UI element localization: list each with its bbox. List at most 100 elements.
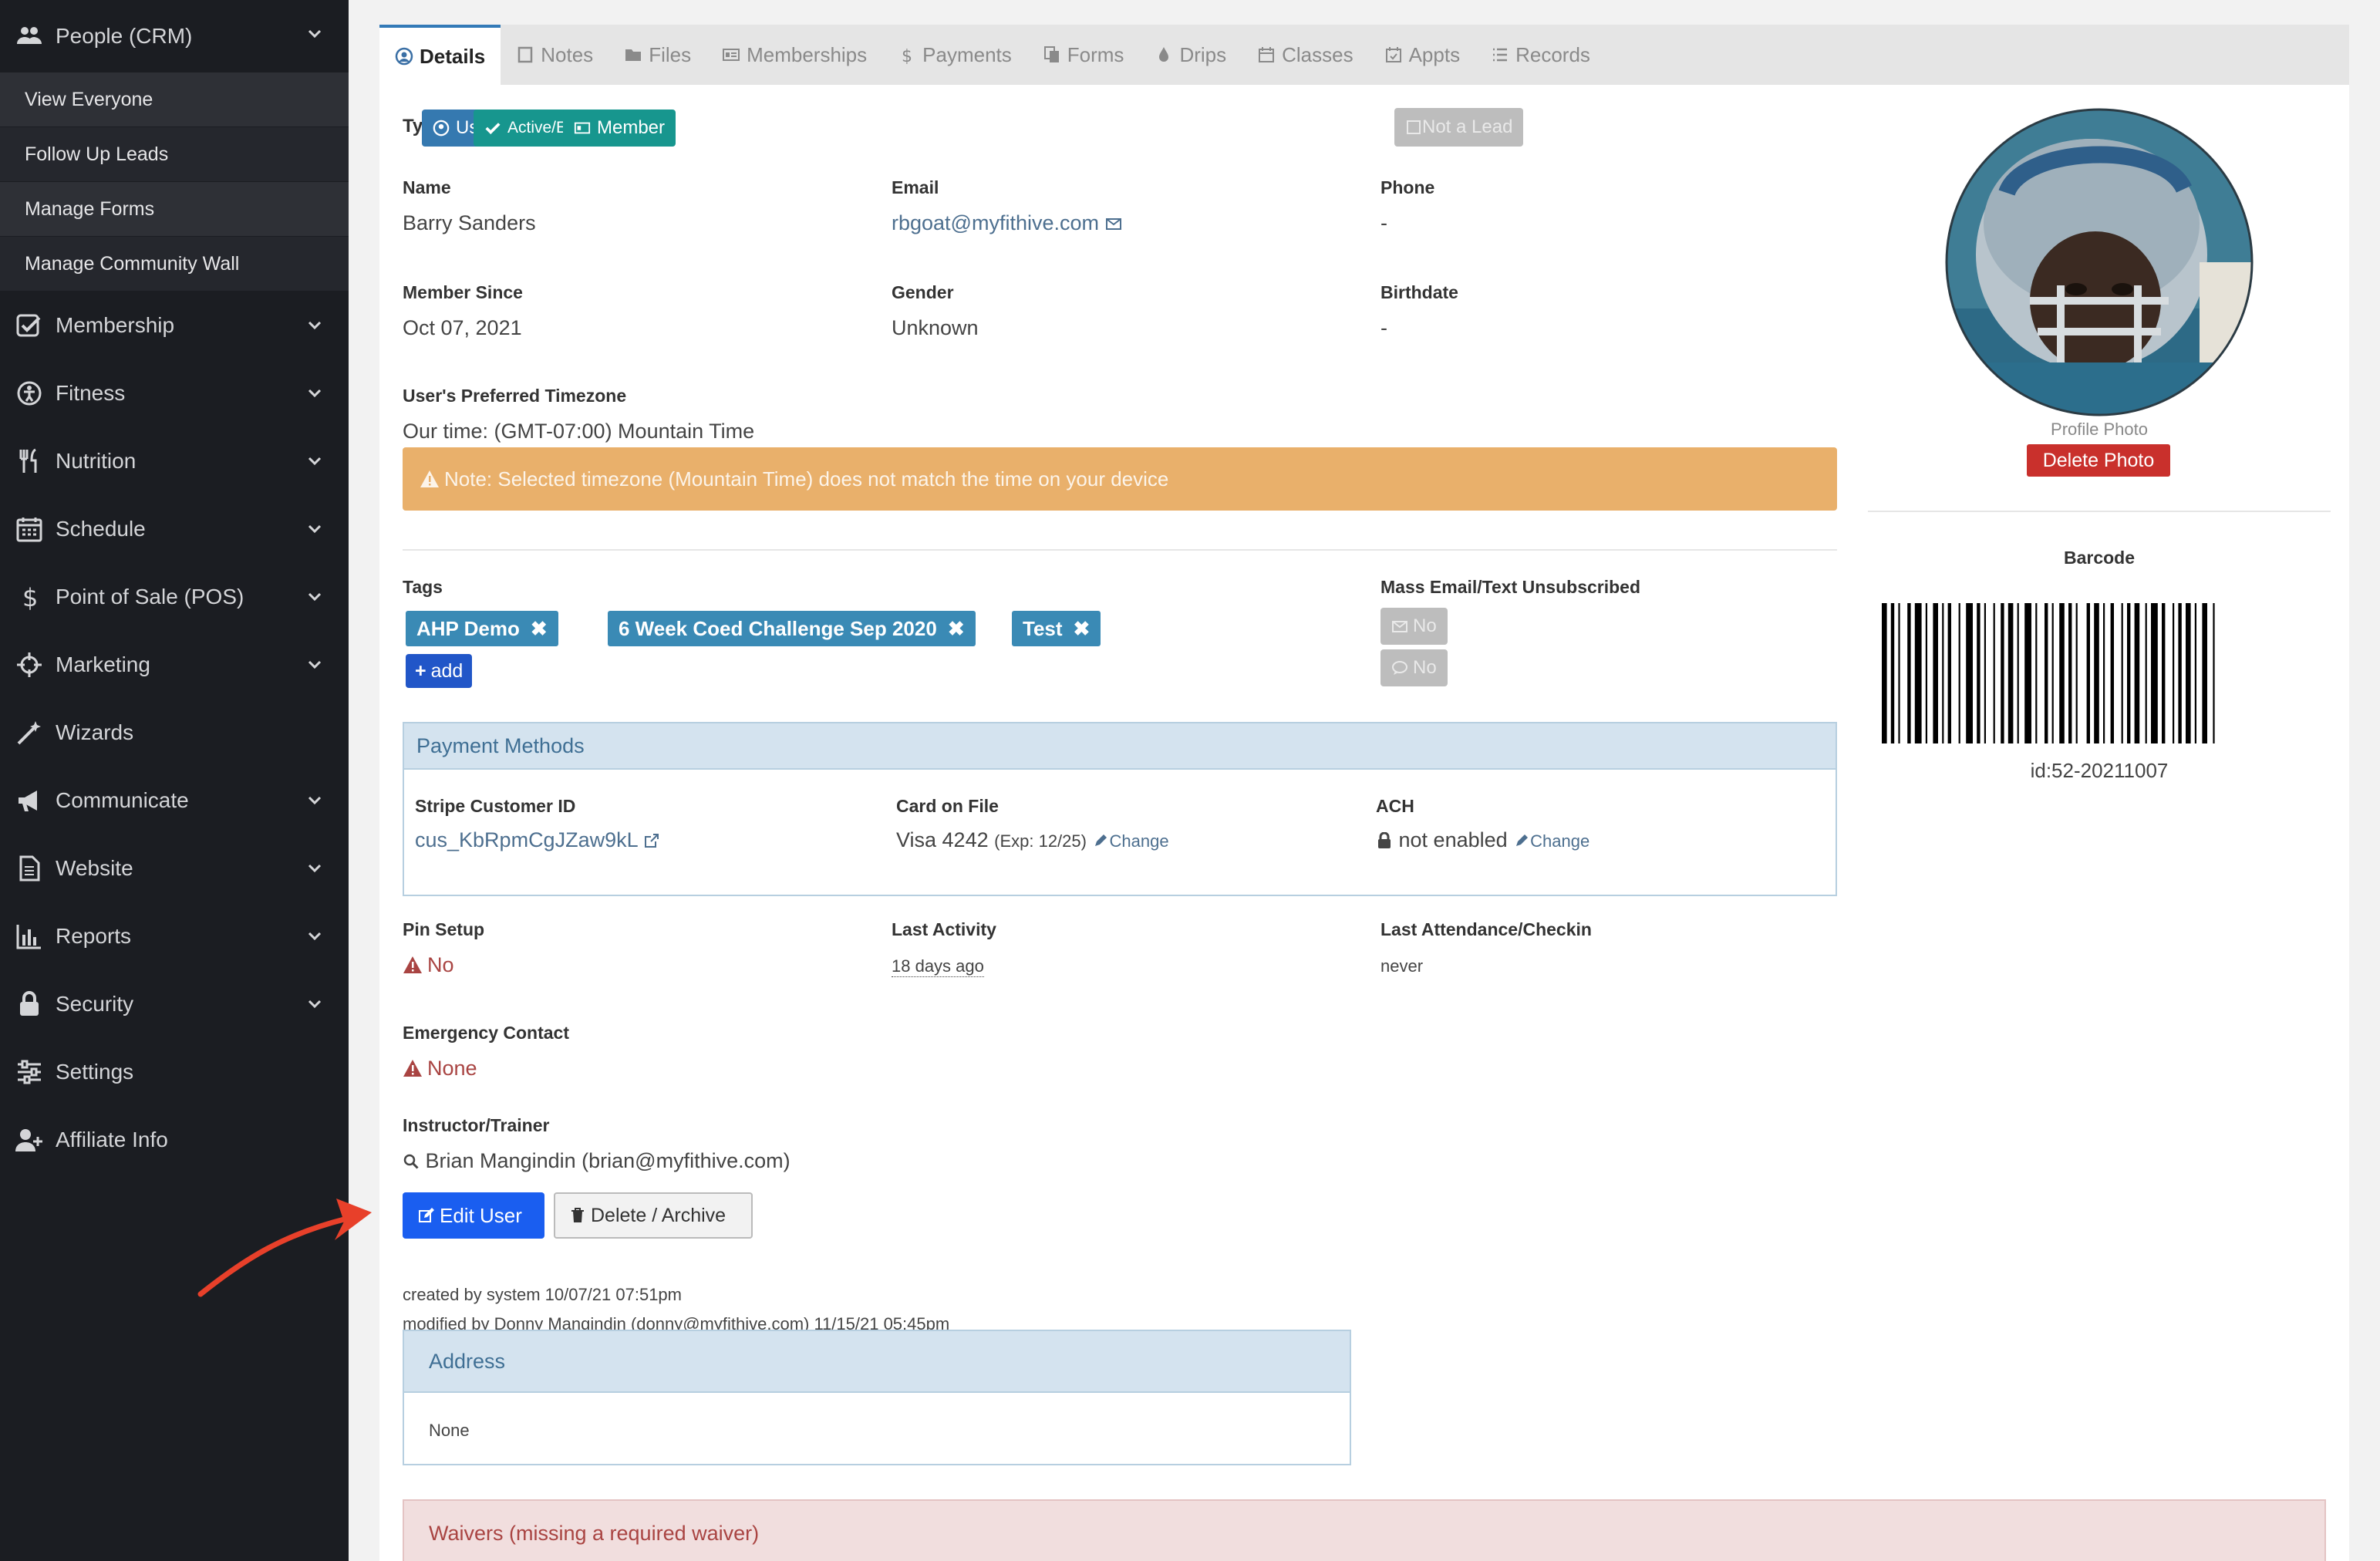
sidebar-item-schedule[interactable]: Schedule bbox=[0, 495, 349, 563]
stripe-customer-link[interactable]: cus_KbRpmCgJZaw9kL bbox=[415, 828, 660, 852]
stripe-id-label: Stripe Customer ID bbox=[415, 796, 576, 816]
button-label: Not a Lead bbox=[1422, 116, 1513, 137]
tag-chip[interactable]: 6 Week Coed Challenge Sep 2020 ✖ bbox=[608, 611, 976, 646]
text-unsubscribed-button[interactable]: No bbox=[1380, 649, 1448, 686]
tab-details[interactable]: Details bbox=[379, 25, 501, 85]
card-exp: (Exp: 12/25) bbox=[994, 831, 1087, 851]
envelope-icon bbox=[1105, 218, 1121, 230]
barcode-bar bbox=[2127, 603, 2131, 743]
sidebar-item-membership[interactable]: Membership bbox=[0, 292, 349, 359]
ach-label: ACH bbox=[1376, 796, 1414, 816]
crosshair-icon bbox=[14, 649, 45, 680]
sidebar-item-communicate[interactable]: Communicate bbox=[0, 767, 349, 834]
profile-photo[interactable] bbox=[1945, 108, 2254, 416]
instructor-row[interactable]: Brian Mangindin (brian@myfithive.com) bbox=[403, 1149, 791, 1173]
created-by-text: created by system 10/07/21 07:51pm bbox=[403, 1285, 682, 1304]
divider bbox=[1868, 511, 2331, 512]
pin-setup-row: No bbox=[403, 953, 454, 977]
panel-title: Waivers (missing a required waiver) bbox=[429, 1521, 760, 1545]
tab-payments[interactable]: $ Payments bbox=[882, 25, 1027, 85]
tags-label: Tags bbox=[403, 577, 443, 597]
tag-label: Test bbox=[1023, 616, 1063, 640]
barcode-bar bbox=[2017, 603, 2019, 743]
tab-forms[interactable]: Forms bbox=[1027, 25, 1140, 85]
delete-photo-button[interactable]: Delete Photo bbox=[2027, 444, 2170, 477]
barcode-bar bbox=[2007, 603, 2014, 743]
sidebar-item-settings[interactable]: Settings bbox=[0, 1038, 349, 1106]
waivers-header[interactable]: Waivers (missing a required waiver) bbox=[403, 1499, 2326, 1561]
person-detail-card: Details Notes Files Memberships $ Paymen… bbox=[379, 25, 2349, 1561]
remove-tag-icon[interactable]: ✖ bbox=[1074, 617, 1091, 641]
tab-appts[interactable]: Appts bbox=[1369, 25, 1476, 85]
email-link[interactable]: rbgoat@myfithive.com bbox=[892, 211, 1122, 235]
sidebar-item-website[interactable]: Website bbox=[0, 834, 349, 902]
emergency-contact-label: Emergency Contact bbox=[403, 1023, 570, 1043]
tag-chip[interactable]: Test ✖ bbox=[1012, 611, 1101, 646]
remove-tag-icon[interactable]: ✖ bbox=[948, 617, 965, 641]
sidebar-item-reports[interactable]: Reports bbox=[0, 902, 349, 970]
warning-icon bbox=[403, 956, 422, 973]
sidebar-item-label: Membership bbox=[56, 313, 175, 337]
tab-files[interactable]: Files bbox=[608, 25, 706, 85]
barcode-bar bbox=[1977, 603, 1981, 743]
barcode-bar bbox=[1933, 603, 1938, 743]
tag-label: 6 Week Coed Challenge Sep 2020 bbox=[619, 616, 937, 640]
barcode-bar bbox=[2024, 603, 2031, 743]
tag-chip[interactable]: AHP Demo ✖ bbox=[406, 611, 558, 646]
copy-icon bbox=[1043, 46, 1059, 62]
tab-classes[interactable]: Classes bbox=[1242, 25, 1368, 85]
delete-archive-button[interactable]: Delete / Archive bbox=[554, 1192, 753, 1239]
sidebar-item-fitness[interactable]: Fitness bbox=[0, 359, 349, 427]
tab-records[interactable]: Records bbox=[1475, 25, 1606, 85]
sidebar-item-label: Security bbox=[56, 992, 134, 1016]
chevron-down-icon bbox=[308, 660, 322, 669]
barcode-bar bbox=[1907, 603, 1911, 743]
change-ach-link[interactable]: Change bbox=[1513, 831, 1589, 851]
barcode-bar bbox=[2059, 603, 2065, 743]
sidebar-item-label: Reports bbox=[56, 924, 132, 948]
tab-notes[interactable]: Notes bbox=[501, 25, 608, 85]
lock-icon bbox=[14, 989, 45, 1020]
badge-label: Member bbox=[597, 117, 666, 138]
sidebar-item-people-crm[interactable]: People (CRM) bbox=[0, 0, 349, 72]
barcode-bar bbox=[2001, 603, 2004, 743]
member-badge[interactable]: Member bbox=[563, 110, 676, 147]
barcode-bar bbox=[2103, 603, 2105, 743]
button-label: add bbox=[430, 659, 464, 682]
sidebar-item-security[interactable]: Security bbox=[0, 970, 349, 1038]
phone-value: - bbox=[1380, 211, 1387, 234]
sidebar-subitem-manage-community-wall[interactable]: Manage Community Wall bbox=[0, 237, 349, 292]
name-label: Name bbox=[403, 177, 451, 197]
sidebar-item-affiliate-info[interactable]: Affiliate Info bbox=[0, 1106, 349, 1174]
tab-memberships[interactable]: Memberships bbox=[706, 25, 882, 85]
birthdate-label: Birthdate bbox=[1380, 282, 1458, 302]
tab-drips[interactable]: Drips bbox=[1139, 25, 1242, 85]
sidebar-item-point-of-sale[interactable]: $ Point of Sale (POS) bbox=[0, 563, 349, 631]
barcode-bar bbox=[2094, 603, 2099, 743]
change-card-link[interactable]: Change bbox=[1092, 831, 1169, 851]
sidebar-item-wizards[interactable]: Wizards bbox=[0, 699, 349, 767]
button-label: Edit User bbox=[440, 1203, 522, 1227]
pin-setup-value: No bbox=[427, 953, 454, 976]
sidebar-subitem-follow-up-leads[interactable]: Follow Up Leads bbox=[0, 127, 349, 182]
sidebar-item-label: Marketing bbox=[56, 652, 150, 676]
barcode-bar bbox=[2151, 603, 2158, 743]
button-label: No bbox=[1413, 615, 1437, 636]
phone-label: Phone bbox=[1380, 177, 1435, 197]
remove-tag-icon[interactable]: ✖ bbox=[531, 617, 548, 641]
user-plus-icon bbox=[14, 1124, 45, 1155]
email-unsubscribed-button[interactable]: No bbox=[1380, 608, 1448, 645]
barcode-bar bbox=[1925, 603, 1927, 743]
not-a-lead-button[interactable]: Not a Lead bbox=[1394, 108, 1524, 147]
sidebar-subitem-manage-forms[interactable]: Manage Forms bbox=[0, 182, 349, 237]
barcode-bar bbox=[1958, 603, 1960, 743]
users-icon bbox=[14, 21, 45, 52]
add-tag-button[interactable]: + add bbox=[406, 654, 473, 688]
sidebar-item-marketing[interactable]: Marketing bbox=[0, 631, 349, 699]
sidebar-subitem-view-everyone[interactable]: View Everyone bbox=[0, 72, 349, 127]
last-activity-value[interactable]: 18 days ago bbox=[892, 956, 984, 977]
sidebar: People (CRM) View Everyone Follow Up Lea… bbox=[0, 0, 349, 1561]
chevron-down-icon bbox=[308, 389, 322, 398]
note-icon bbox=[518, 46, 533, 63]
sidebar-item-nutrition[interactable]: Nutrition bbox=[0, 427, 349, 495]
